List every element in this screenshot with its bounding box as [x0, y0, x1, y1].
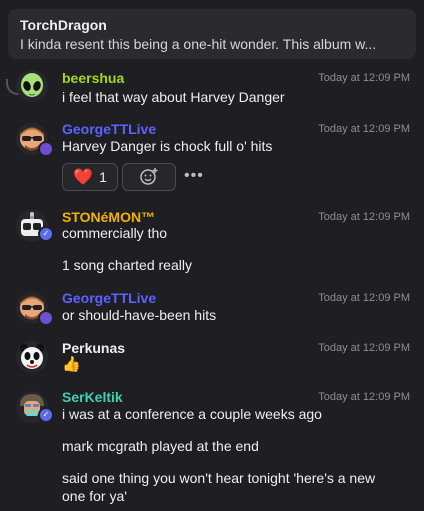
thumbs-up-emoji: 👍 — [62, 356, 81, 373]
username[interactable]: beershua — [62, 69, 124, 87]
timestamp: Today at 12:09 PM — [318, 292, 410, 304]
message-text: one for ya' — [62, 488, 127, 504]
username[interactable]: GeorgeTTLive — [62, 120, 156, 138]
reply-preview-banner[interactable]: TorchDragon I kinda resent this being a … — [8, 9, 416, 59]
heart-reaction-button[interactable]: ❤️ 1 — [62, 163, 118, 191]
chat-message[interactable]: GeorgeTTLive Today at 12:09 PM or should… — [0, 287, 424, 331]
message-text: 1 song charted really — [62, 257, 192, 273]
alien-avatar[interactable] — [16, 70, 48, 102]
timestamp: Today at 12:09 PM — [318, 211, 410, 223]
subscriber-badge-icon — [38, 310, 54, 326]
subscriber-badge-icon — [38, 141, 54, 157]
message-text: said one thing you won't hear tonight 'h… — [62, 470, 376, 486]
message-text: mark mcgrath played at the end — [62, 438, 259, 454]
panda-avatar[interactable] — [16, 341, 48, 373]
add-emoji-icon — [139, 166, 159, 189]
message-text: commercially tho — [62, 225, 168, 241]
verified-badge-icon: ✓ — [38, 407, 54, 423]
message-text: Harvey Danger is chock full o' hits — [62, 138, 273, 154]
chat-message[interactable]: ✓ SerKeltik Today at 12:09 PM i was at a… — [0, 387, 424, 511]
timestamp: Today at 12:09 PM — [318, 123, 410, 135]
heart-emoji: ❤️ — [73, 169, 94, 186]
timestamp: Today at 12:09 PM — [318, 342, 410, 354]
message-text: i feel that way about Harvey Danger — [62, 89, 285, 105]
message-text: or should-have-been hits — [62, 307, 217, 323]
username[interactable]: GeorgeTTLive — [62, 289, 156, 307]
reply-preview-text: I kinda resent this being a one-hit wond… — [20, 36, 377, 52]
reply-preview-username: TorchDragon — [20, 17, 107, 33]
more-options-icon[interactable]: ••• — [184, 167, 204, 185]
chat-message[interactable]: beershua Today at 12:09 PM i feel that w… — [0, 68, 424, 110]
chat-message[interactable]: ✓ STONéMON™ Today at 12:09 PM commercial… — [0, 206, 424, 278]
add-reaction-button[interactable] — [122, 163, 176, 191]
message-text: i was at a conference a couple weeks ago — [62, 406, 322, 422]
timestamp: Today at 12:09 PM — [318, 72, 410, 84]
timestamp: Today at 12:09 PM — [318, 391, 410, 403]
username[interactable]: SerKeltik — [62, 388, 123, 406]
chat-message[interactable]: Perkunas Today at 12:09 PM 👍 — [0, 338, 424, 378]
verified-badge-icon: ✓ — [38, 226, 54, 242]
username[interactable]: Perkunas — [62, 339, 125, 357]
reaction-count: 1 — [99, 169, 107, 185]
